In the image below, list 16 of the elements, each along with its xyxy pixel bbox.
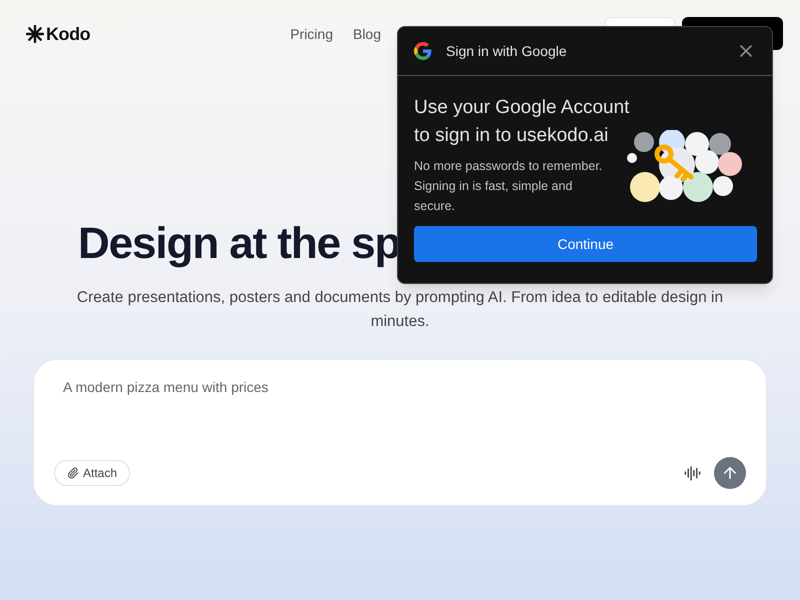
voice-icon[interactable] [684, 464, 701, 482]
attach-button[interactable]: Attach [54, 460, 130, 486]
send-button[interactable] [714, 457, 746, 489]
popup-title: Sign in with Google [446, 42, 567, 61]
popup-heading: Use your Google Account to sign in to usekodo.ai [414, 96, 630, 148]
hero-title: Design at the sp [78, 218, 400, 270]
paperclip-icon [67, 467, 79, 479]
hero-subtitle: Create presentations, posters and documents by prompting AI. From idea to editable design in minutes. [76, 288, 724, 332]
logo-icon [26, 25, 44, 43]
popup-body: No more passwords to remember. Signing in is fast, simple and secure. [414, 158, 604, 215]
google-logo-icon [414, 42, 432, 60]
logo-text[interactable]: Kodo [46, 20, 90, 48]
continue-button[interactable]: Continue [414, 226, 757, 262]
nav-link[interactable]: Blog [352, 24, 382, 44]
nav-link[interactable]: Pricing [290, 24, 333, 44]
prompt-field[interactable]: A modern pizza menu with prices [63, 377, 463, 398]
